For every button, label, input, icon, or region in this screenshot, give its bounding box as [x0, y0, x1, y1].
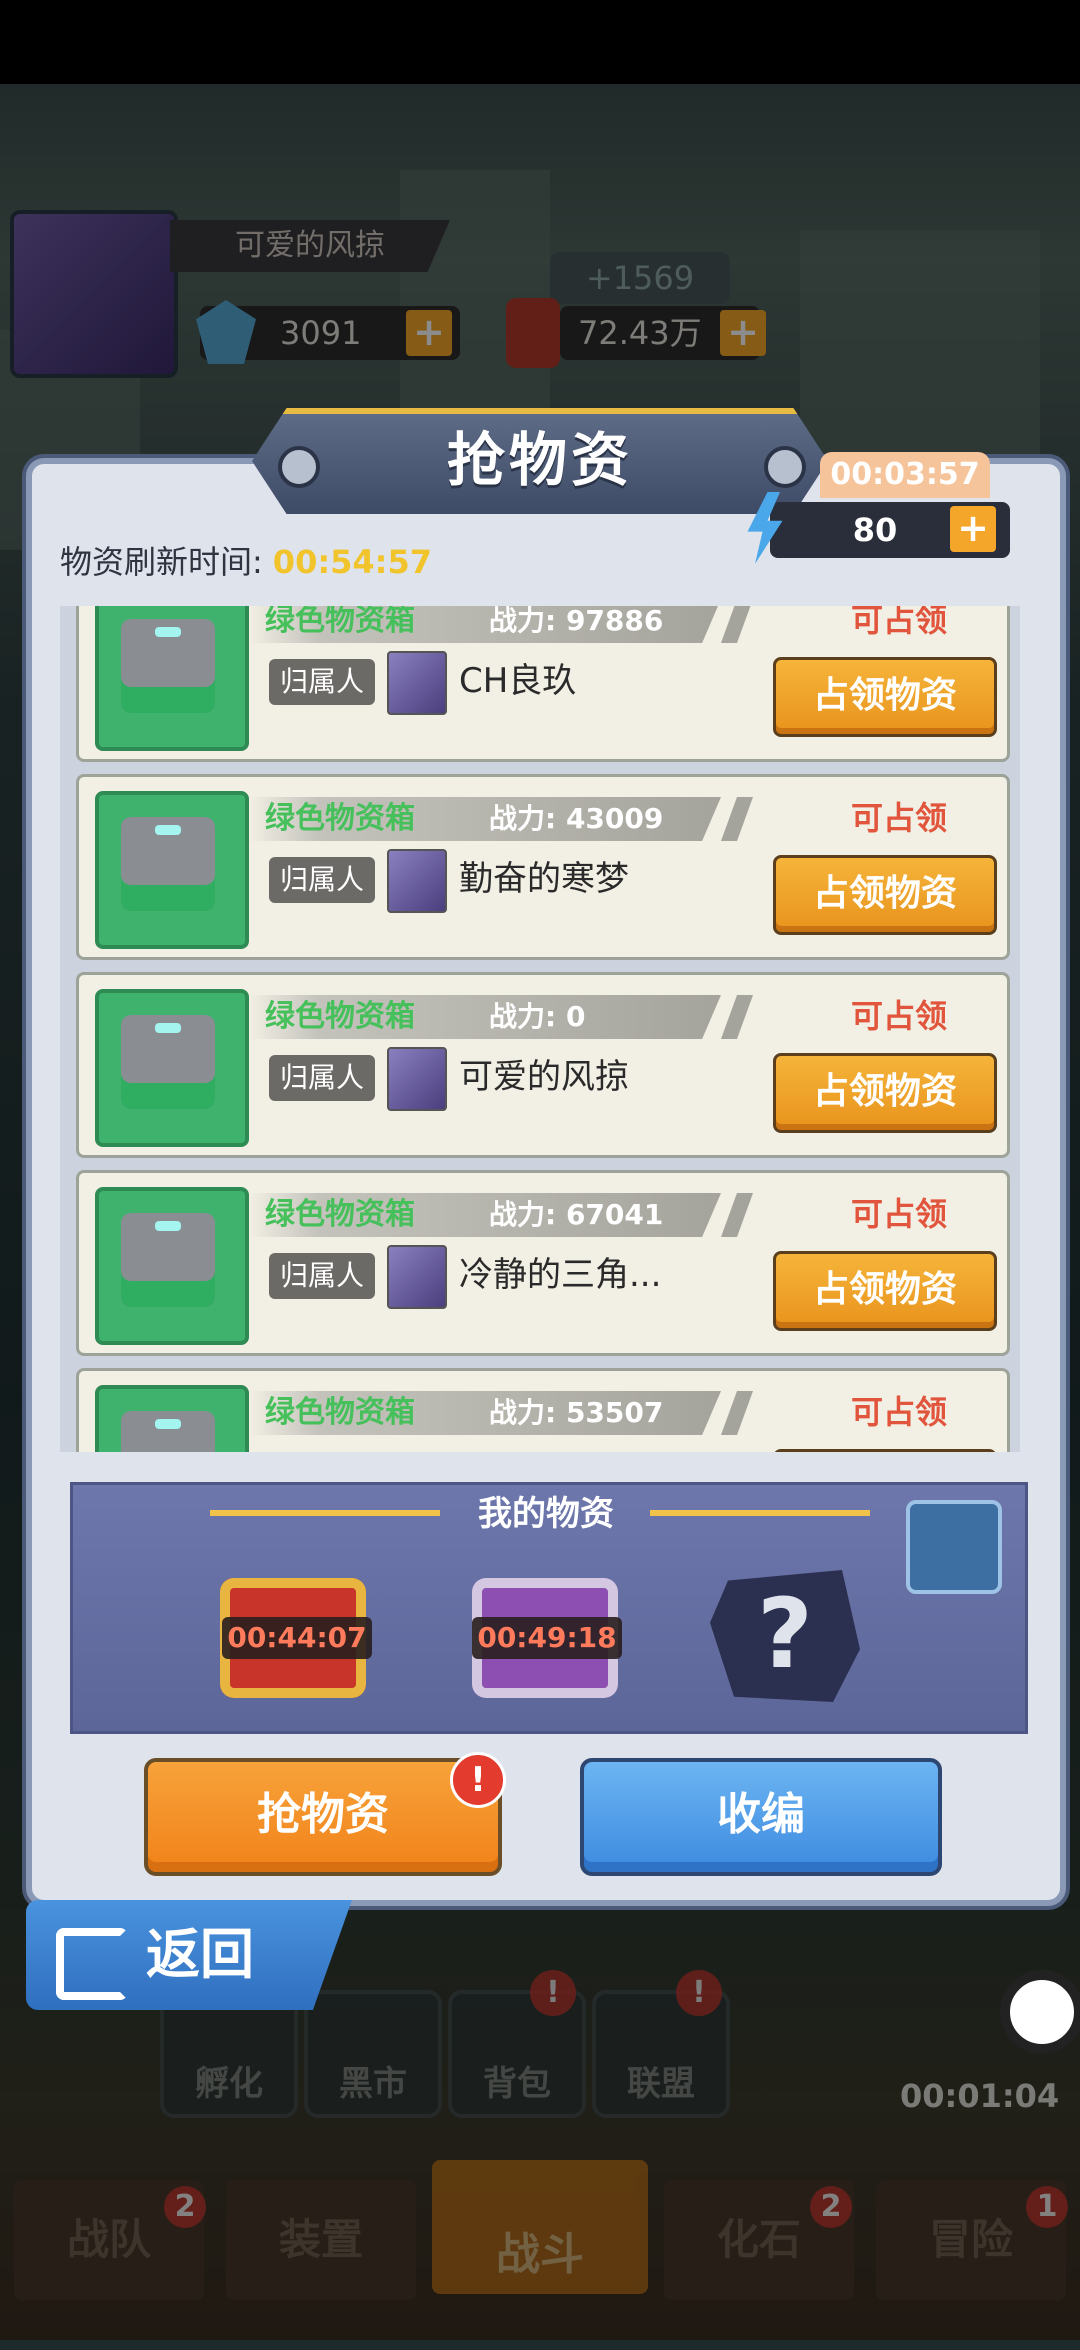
panel-title: 抢物资 [446, 426, 633, 494]
owner-label: 归属人 [269, 857, 375, 903]
owner-label: 归属人 [269, 1253, 375, 1299]
occupy-button[interactable]: 占领物资 [773, 1053, 997, 1133]
owner-label: 归属人 [269, 1055, 375, 1101]
box-name: 绿色物资箱 [265, 1197, 415, 1232]
my-supplies-title: 我的物资 [478, 1494, 614, 1534]
box-power: 战力: 53507 [489, 1396, 664, 1429]
stats-chart-icon[interactable] [906, 1500, 1002, 1594]
occupy-button[interactable]: 占领物资 [773, 657, 997, 737]
box-power: 战力: 43009 [489, 802, 664, 835]
box-power: 战力: 97886 [489, 606, 664, 637]
floating-assist-button[interactable] [1000, 1970, 1080, 2054]
red-chest-timer: 00:44:07 [222, 1617, 372, 1659]
owner-name: 可爱的风掠 [459, 1057, 629, 1097]
energy-plus-button[interactable]: + [950, 506, 996, 552]
supply-card: 绿色物资箱 战力: 53507 可占领 占领物资 [76, 1368, 1010, 1452]
purple-chest-timer: 00:49:18 [472, 1617, 622, 1659]
box-power: 战力: 67041 [489, 1198, 664, 1231]
card-header-slash [720, 1391, 754, 1435]
occupy-button[interactable]: 占领物资 [773, 855, 997, 935]
box-name: 绿色物资箱 [265, 1395, 415, 1430]
green-box-icon [95, 1385, 249, 1452]
owner-avatar [387, 1245, 447, 1309]
occupy-button[interactable]: 占领物资 [773, 1449, 997, 1452]
owner-name: 冷静的三角... [459, 1255, 662, 1295]
supply-list[interactable]: 绿色物资箱 战力: 97886 归属人 CH良玖 可占领 占领物资 绿色物资箱 … [60, 606, 1020, 1452]
box-name: 绿色物资箱 [265, 999, 415, 1034]
box-name: 绿色物资箱 [265, 801, 415, 836]
refresh-time: 00:54:57 [272, 543, 432, 581]
occupy-status: 可占领 [850, 606, 947, 639]
occupy-status: 可占领 [850, 799, 947, 837]
card-header-slash [720, 797, 754, 841]
reorganize-button[interactable]: 收编 [580, 1758, 942, 1876]
return-arrow-icon [56, 1928, 128, 2000]
supply-card: 绿色物资箱 战力: 43009 归属人 勤奋的寒梦 可占领 占领物资 [76, 774, 1010, 960]
box-name: 绿色物资箱 [265, 606, 415, 638]
occupy-status: 可占领 [850, 1393, 947, 1431]
supply-card: 绿色物资箱 战力: 0 归属人 可爱的风掠 可占领 占领物资 [76, 972, 1010, 1158]
owner-label: 归属人 [269, 659, 375, 705]
owner-name: 勤奋的寒梦 [459, 859, 629, 899]
energy-value: 80 [852, 511, 898, 549]
refresh-row: 物资刷新时间: 00:54:57 [60, 532, 760, 592]
occupy-status: 可占领 [850, 997, 947, 1035]
grab-supplies-button[interactable]: 抢物资 [144, 1758, 502, 1876]
card-header-slash [720, 995, 754, 1039]
owner-avatar [387, 651, 447, 715]
owner-avatar [387, 849, 447, 913]
green-box-icon [95, 791, 249, 949]
green-box-icon [95, 989, 249, 1147]
green-box-icon [95, 606, 249, 751]
energy-cooldown-timer: 00:03:57 [820, 452, 990, 498]
owner-avatar [387, 1047, 447, 1111]
supply-card: 绿色物资箱 战力: 67041 归属人 冷静的三角... 可占领 占领物资 [76, 1170, 1010, 1356]
owner-name: CH良玖 [459, 661, 577, 701]
question-mark: ? [757, 1578, 813, 1690]
card-header-slash [720, 1193, 754, 1237]
alert-icon: ! [450, 1752, 506, 1808]
occupy-button[interactable]: 占领物资 [773, 1251, 997, 1331]
back-label: 返回 [146, 1923, 254, 1986]
refresh-label: 物资刷新时间: [60, 543, 263, 581]
supply-card: 绿色物资箱 战力: 97886 归属人 CH良玖 可占领 占领物资 [76, 606, 1010, 762]
occupy-status: 可占领 [850, 1195, 947, 1233]
card-header-slash [720, 606, 754, 643]
green-box-icon [95, 1187, 249, 1345]
box-power: 战力: 0 [489, 1000, 586, 1033]
